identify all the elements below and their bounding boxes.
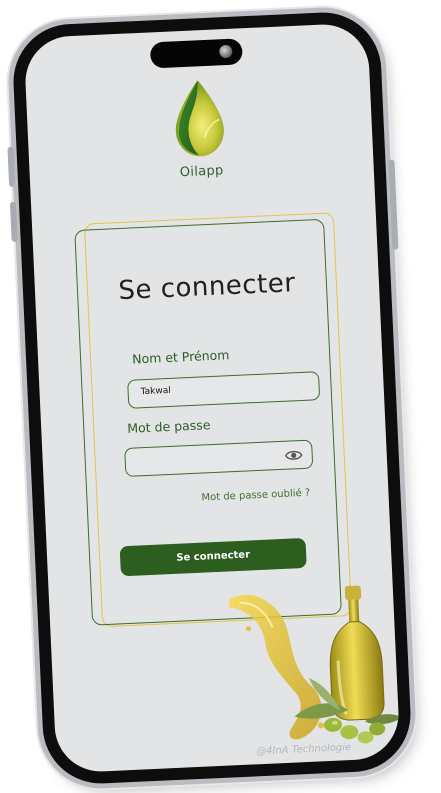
phone-frame: Oilapp Se connecter Nom et Prénom Takwal… [7, 10, 414, 786]
olive-oil-bottle-illustration [229, 585, 401, 744]
side-button [388, 159, 399, 250]
volume-button [7, 146, 16, 187]
eye-icon[interactable] [284, 448, 303, 463]
volume-button [9, 201, 18, 242]
camera-icon [219, 44, 233, 59]
name-field-value: Takwal [140, 385, 171, 398]
app-name: Oilapp [179, 163, 224, 181]
dynamic-island [149, 38, 243, 69]
oil-drop-logo-icon [175, 80, 224, 157]
app-screen: Oilapp Se connecter Nom et Prénom Takwal… [23, 22, 401, 774]
